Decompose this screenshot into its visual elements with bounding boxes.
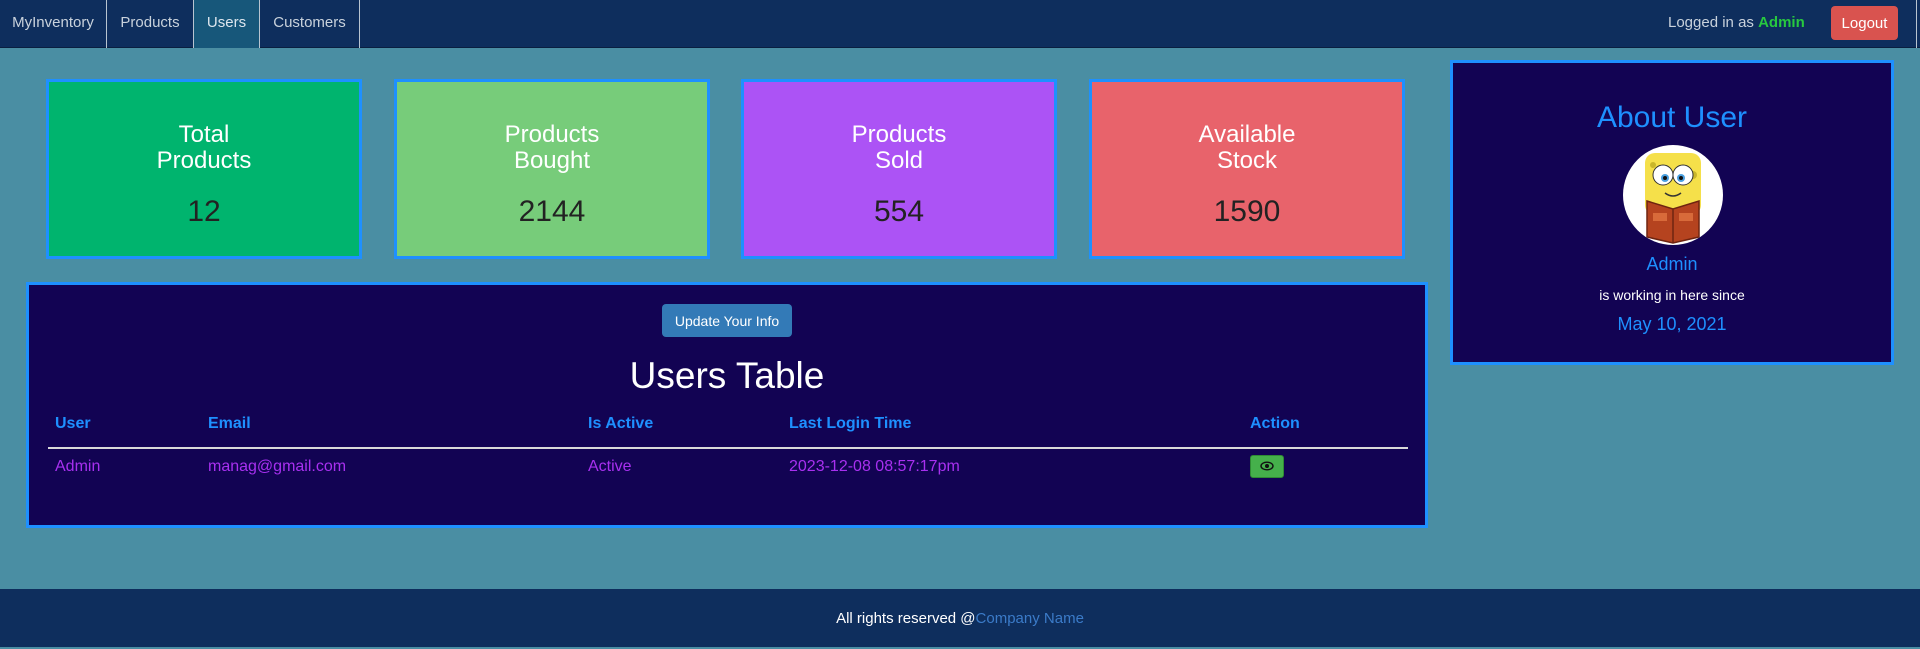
login-status: Logged in as Admin [1668, 0, 1805, 46]
column-header-last-login: Last Login Time [789, 415, 912, 432]
column-header-email: Email [208, 415, 251, 432]
logout-button[interactable]: Logout [1831, 6, 1898, 40]
card-products-sold: Products Sold 554 [741, 79, 1057, 259]
cell-user: Admin [55, 458, 101, 475]
card-products-bought: Products Bought 2144 [394, 79, 710, 259]
card-value: 2144 [518, 195, 586, 228]
card-title: Total Products [156, 121, 252, 174]
table-header-divider [48, 447, 1408, 449]
card-title: Products Bought [504, 121, 600, 174]
cell-is-active: Active [588, 458, 632, 475]
update-info-button[interactable]: Update Your Info [662, 304, 792, 337]
top-navbar: MyInventory Products Users Customers Log… [0, 0, 1920, 48]
card-value: 1590 [1213, 195, 1281, 228]
logged-in-username: Admin [1758, 14, 1805, 31]
card-title: Products Sold [851, 121, 947, 174]
cell-last-login: 2023-12-08 08:57:17pm [789, 458, 960, 475]
view-user-button[interactable] [1250, 455, 1284, 478]
footer: All rights reserved @Company Name [0, 589, 1920, 647]
users-table-title: Users Table [629, 355, 825, 396]
column-header-is-active: Is Active [588, 415, 654, 432]
eye-icon [1260, 461, 1274, 471]
cell-email: manag@gmail.com [208, 458, 347, 475]
about-user-start-date: May 10, 2021 [1617, 314, 1727, 334]
column-header-user: User [55, 415, 91, 432]
column-header-action: Action [1250, 415, 1300, 432]
footer-text: All rights reserved @ [836, 610, 976, 627]
about-user-title: About User [1596, 101, 1748, 134]
nav-item-customers[interactable]: Customers [260, 0, 360, 48]
card-available-stock: Available Stock 1590 [1089, 79, 1405, 259]
card-value: 12 [187, 195, 221, 228]
login-prefix: Logged in as [1668, 14, 1759, 31]
avatar [1623, 145, 1723, 245]
users-table-panel: Update Your Info Users Table User Email … [26, 282, 1428, 528]
card-value: 554 [873, 195, 925, 228]
nav-item-users[interactable]: Users [194, 0, 260, 48]
navbar-divider [1916, 0, 1917, 48]
about-user-since-text: is working in here since [1599, 287, 1745, 303]
spongebob-reading-avatar-icon [1645, 153, 1701, 244]
card-total-products: Total Products 12 [46, 79, 362, 259]
nav-item-products[interactable]: Products [107, 0, 194, 48]
brand-link[interactable]: MyInventory [0, 0, 107, 48]
footer-company-link[interactable]: Company Name [976, 610, 1084, 627]
about-user-name: Admin [1646, 254, 1698, 274]
about-user-panel: About User Admin is working in here sinc… [1450, 60, 1894, 365]
card-title: Available Stock [1198, 121, 1296, 174]
